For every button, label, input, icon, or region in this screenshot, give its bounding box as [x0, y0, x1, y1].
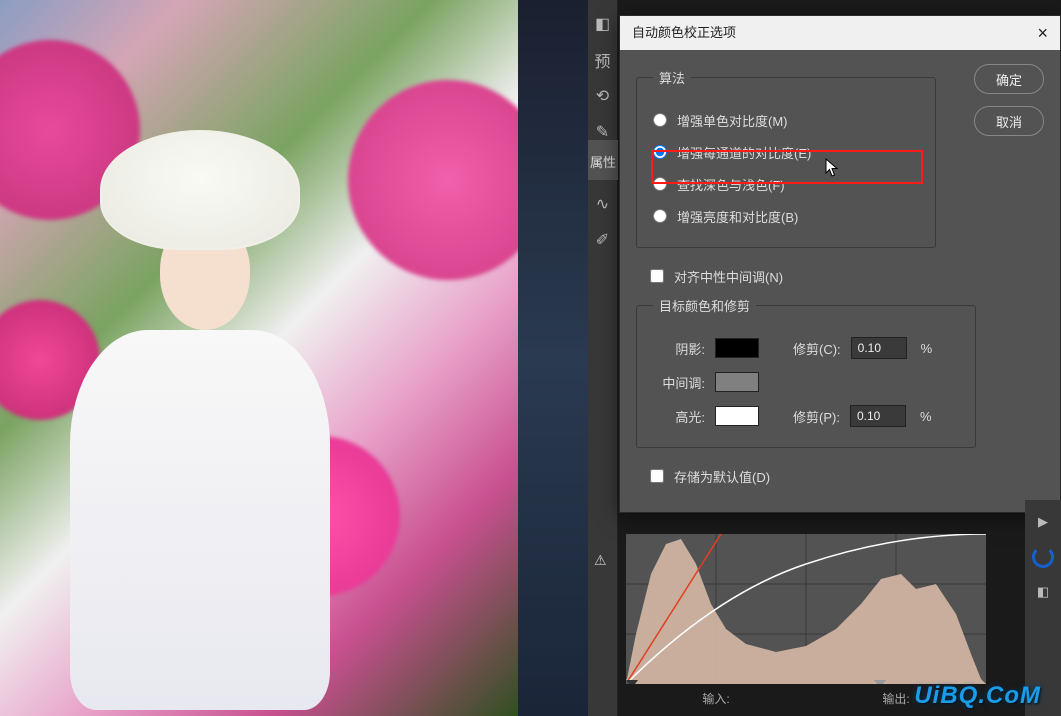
- curve-icon[interactable]: ∿: [591, 192, 615, 216]
- radio-enhance-brightness-contrast[interactable]: [653, 209, 667, 223]
- input-label: 输入:: [702, 690, 729, 707]
- midtones-label: 中间调:: [653, 373, 705, 392]
- swatches-icon[interactable]: ◧: [1031, 580, 1055, 604]
- percent-label: %: [920, 409, 932, 424]
- auto-color-correction-dialog: 自动颜色校正选项 × 确定 取消 算法 增强单色对比度(M) 增强每通道的对比度…: [619, 15, 1061, 513]
- clip-p-label: 修剪(P):: [793, 407, 840, 426]
- watermark-text: UiBQ.CoM: [914, 682, 1041, 710]
- adjustment-icon[interactable]: ◧: [591, 12, 615, 36]
- output-label: 输出:: [882, 690, 909, 707]
- photo-subject: [40, 130, 360, 710]
- checkbox-snap-neutral[interactable]: [650, 269, 664, 283]
- canvas-divider: [518, 0, 588, 716]
- clip-c-label: 修剪(C):: [793, 339, 841, 358]
- radio-enhance-per-channel[interactable]: [653, 145, 667, 159]
- close-icon[interactable]: ×: [1037, 16, 1048, 50]
- radio-enhance-mono[interactable]: [653, 113, 667, 127]
- preset-icon[interactable]: 预: [591, 48, 615, 72]
- shadows-swatch[interactable]: [715, 338, 759, 358]
- radio-enhance-mono-label[interactable]: 增强单色对比度(M): [677, 111, 788, 130]
- cancel-button[interactable]: 取消: [974, 106, 1044, 136]
- algorithm-group: 算法 增强单色对比度(M) 增强每通道的对比度(E) 查找深色与浅色(F) 增强…: [636, 68, 936, 248]
- target-colors-group: 目标颜色和修剪 阴影: 修剪(C): % 中间调: 高光: 修剪(P): %: [636, 296, 976, 448]
- highlights-label: 高光:: [653, 407, 705, 426]
- pencil-icon[interactable]: ✐: [591, 228, 615, 252]
- loading-icon[interactable]: [1032, 546, 1054, 568]
- highlights-swatch[interactable]: [715, 406, 759, 426]
- dialog-titlebar[interactable]: 自动颜色校正选项 ×: [620, 16, 1060, 50]
- radio-find-dark-light-label[interactable]: 查找深色与浅色(F): [677, 175, 785, 194]
- checkbox-save-default[interactable]: [650, 469, 664, 483]
- midtones-swatch[interactable]: [715, 372, 759, 392]
- clip-c-input[interactable]: [851, 337, 907, 359]
- target-colors-legend: 目标颜色和修剪: [653, 296, 756, 315]
- algorithm-legend: 算法: [653, 68, 691, 87]
- checkbox-save-default-label[interactable]: 存储为默认值(D): [674, 467, 770, 486]
- radio-find-dark-light[interactable]: [653, 177, 667, 191]
- dialog-title-text: 自动颜色校正选项: [632, 16, 736, 50]
- percent-label: %: [921, 341, 933, 356]
- play-icon[interactable]: ▶: [1031, 510, 1055, 534]
- document-canvas[interactable]: [0, 0, 518, 716]
- photo-blob: [348, 80, 518, 280]
- radio-enhance-brightness-contrast-label[interactable]: 增强亮度和对比度(B): [677, 207, 798, 226]
- clip-p-input[interactable]: [850, 405, 906, 427]
- histogram-warning-icon[interactable]: ⚠: [594, 552, 607, 569]
- shadows-label: 阴影:: [653, 339, 705, 358]
- ok-button[interactable]: 确定: [974, 64, 1044, 94]
- auto-icon[interactable]: ⟲: [591, 84, 615, 108]
- radio-enhance-per-channel-label[interactable]: 增强每通道的对比度(E): [677, 143, 811, 162]
- tool-rail: ◧ 预 ⟲ ✎ ✎ ∿ ✐: [588, 0, 618, 716]
- checkbox-snap-neutral-label[interactable]: 对齐中性中间调(N): [674, 267, 783, 286]
- curves-histogram[interactable]: [626, 534, 986, 684]
- properties-panel-label: 属性: [588, 152, 618, 171]
